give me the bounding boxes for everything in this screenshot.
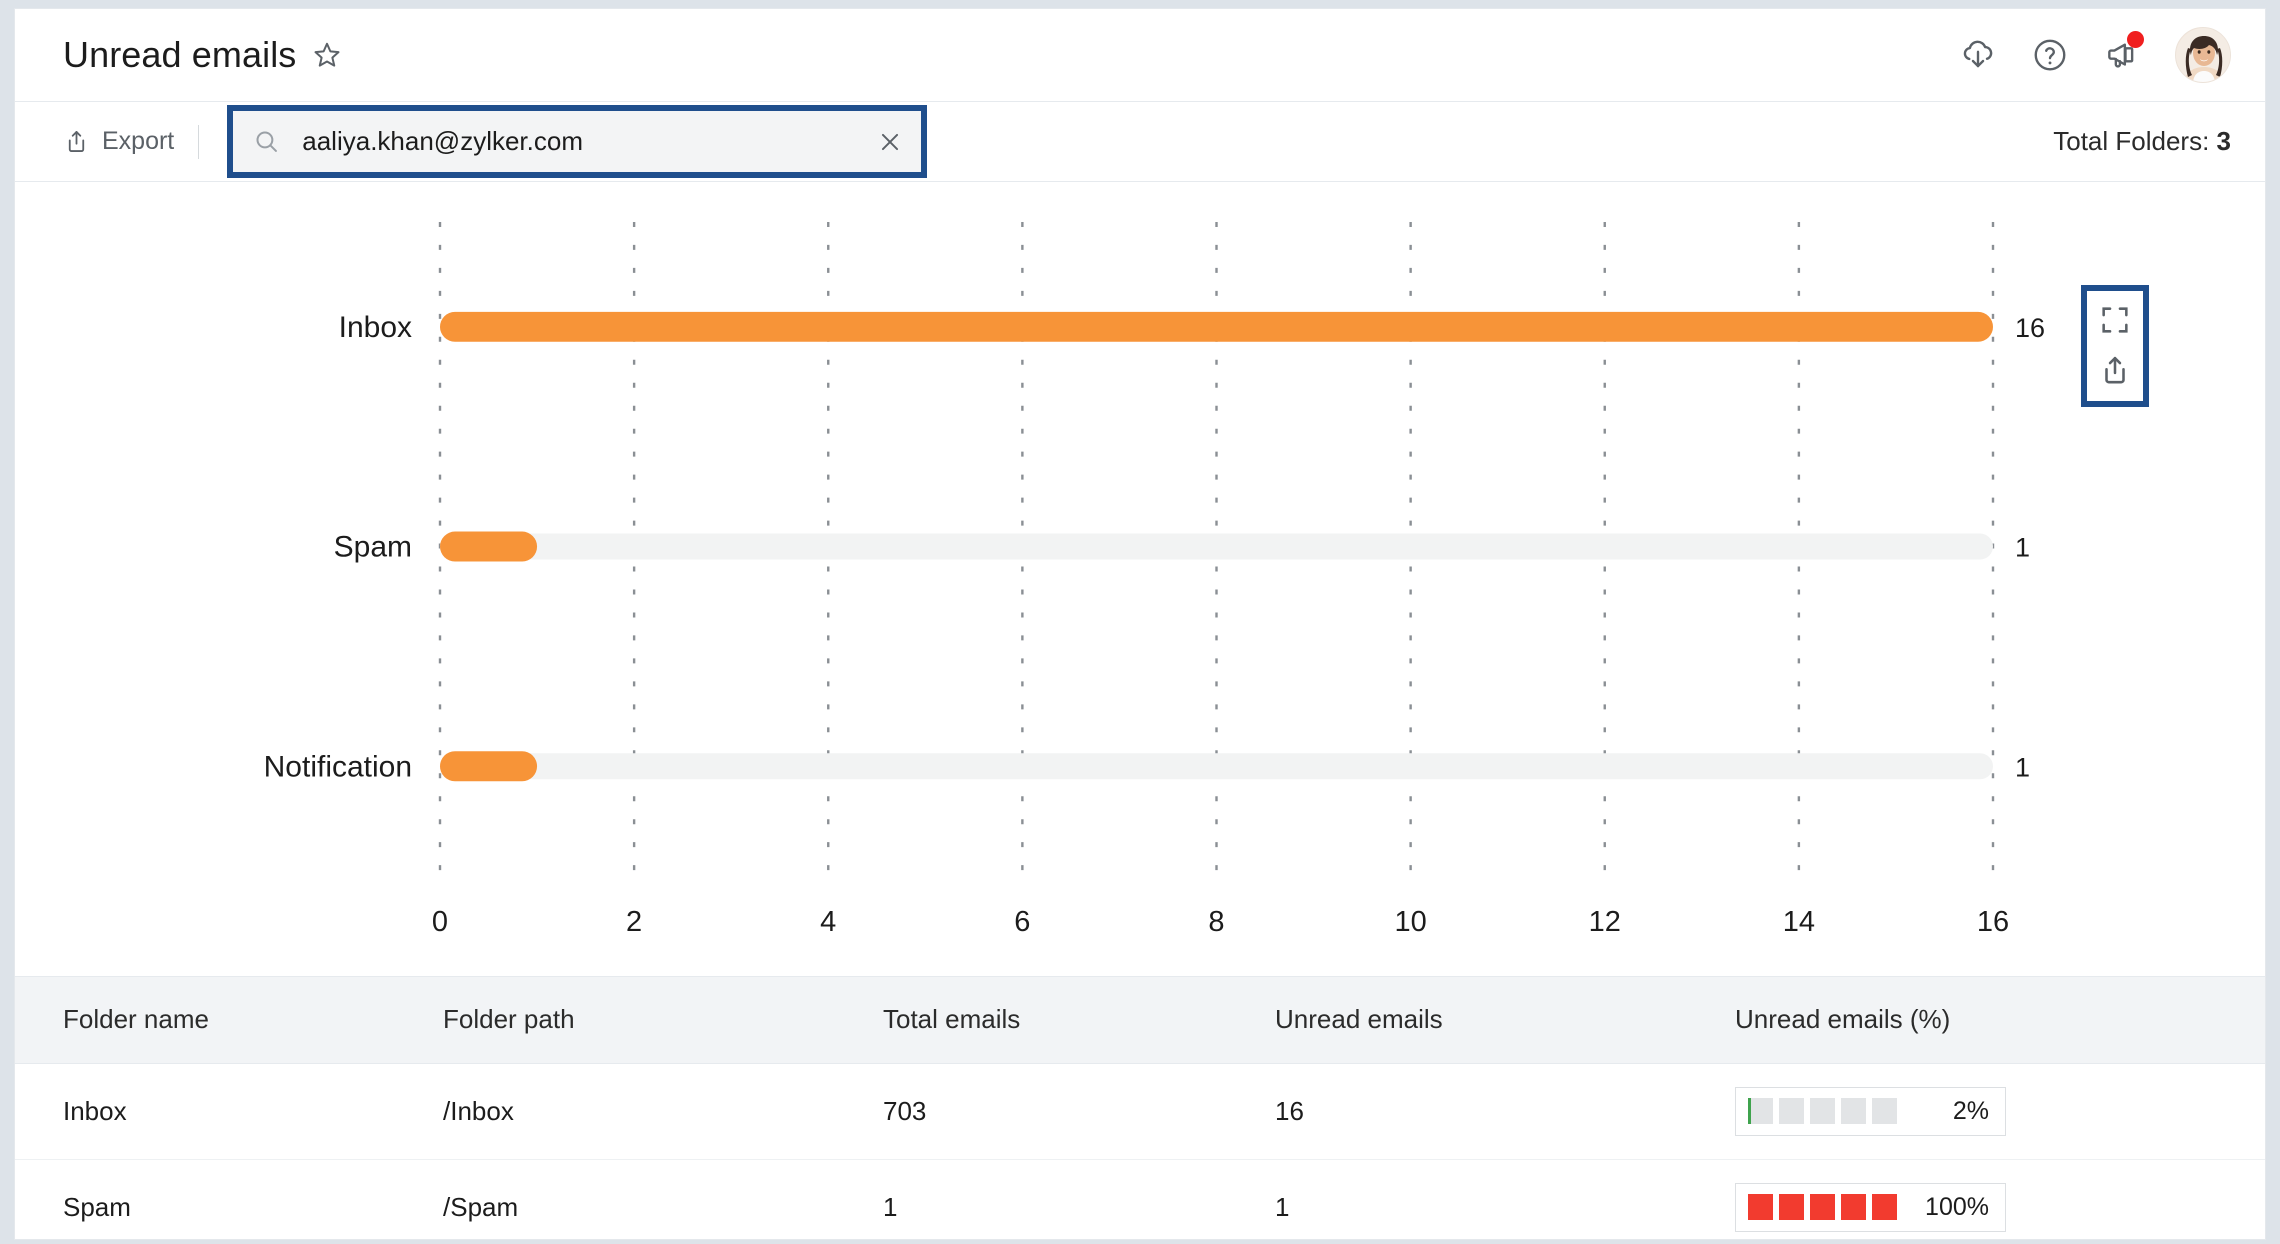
toolbar-divider [198, 124, 200, 159]
percent-block-fill [1810, 1194, 1835, 1220]
percent-blocks [1748, 1098, 1897, 1124]
bar-notification [440, 751, 538, 782]
percent-block-fill [1748, 1098, 1751, 1124]
title-group: Unread emails [63, 34, 342, 76]
notification-badge [2127, 31, 2144, 48]
percent-block [1841, 1098, 1866, 1124]
cell-unread-percent: 2% [1715, 1063, 2265, 1160]
percent-blocks [1748, 1194, 1897, 1220]
percent-gauge: 2% [1735, 1086, 2006, 1136]
table-body: Inbox/Inbox 703 16 2% Spam/Spam 1 1 100% [15, 1063, 2265, 1239]
col-total-emails[interactable]: Total emails [865, 977, 1255, 1064]
percent-block [1748, 1098, 1773, 1124]
percent-block [1779, 1098, 1804, 1124]
percent-label: 2% [1952, 1096, 1989, 1125]
table-header-row: Folder name Folder path Total emails Unr… [15, 977, 2265, 1064]
search-input[interactable] [280, 126, 878, 157]
total-folders-value: 3 [2216, 126, 2231, 156]
value-label: 16 [2015, 313, 2045, 343]
col-unread-emails[interactable]: Unread emails [1255, 977, 1715, 1064]
chart-bars [440, 311, 1993, 782]
percent-block [1748, 1194, 1773, 1220]
percent-gauge: 100% [1735, 1182, 2006, 1232]
x-tick-label: 8 [1208, 906, 1224, 938]
x-tick-label: 6 [1014, 906, 1030, 938]
toolbar: Export Total Folders: 3 [15, 102, 2265, 182]
export-label: Export [102, 127, 175, 155]
page-title: Unread emails [63, 34, 297, 75]
folders-table: Folder name Folder path Total emails Unr… [15, 977, 2265, 1239]
col-folder-name[interactable]: Folder name [15, 977, 425, 1064]
header-actions [1959, 27, 2231, 83]
export-button[interactable]: Export [63, 127, 174, 156]
cell-total-emails: 1 [865, 1159, 1255, 1239]
bar-inbox [440, 311, 1993, 342]
x-tick-label: 2 [626, 906, 642, 938]
cell-unread-percent: 100% [1715, 1159, 2265, 1239]
cell-folder-name: Spam [15, 1159, 425, 1239]
x-tick-label: 4 [820, 906, 836, 938]
announcement-megaphone-icon[interactable] [2103, 31, 2144, 74]
clear-icon[interactable] [877, 129, 903, 155]
x-tick-label: 12 [1589, 906, 1621, 938]
total-folders: Total Folders: 3 [2053, 126, 2231, 157]
star-icon[interactable] [312, 40, 342, 70]
page-header: Unread emails [15, 9, 2265, 102]
bar-track [440, 753, 1993, 780]
cell-folder-name: Inbox [15, 1063, 425, 1160]
percent-block-fill [1748, 1194, 1773, 1220]
x-tick-label: 14 [1783, 906, 1815, 938]
category-label: Spam [334, 531, 412, 564]
search-icon [253, 128, 280, 155]
cell-total-emails: 703 [865, 1063, 1255, 1160]
value-label: 1 [2015, 533, 2030, 563]
table-row[interactable]: Inbox/Inbox 703 16 2% [15, 1063, 2265, 1160]
export-icon [63, 128, 90, 155]
chart-controls [2081, 285, 2149, 407]
folders-table-wrap: Folder name Folder path Total emails Unr… [15, 977, 2265, 1239]
cell-folder-path: /Inbox [425, 1063, 865, 1160]
percent-block-fill [1872, 1194, 1897, 1220]
bar-track [440, 533, 1993, 560]
x-tick-label: 16 [1977, 906, 2009, 938]
unread-emails-bar-chart: InboxSpamNotification 1611 0 2 4 6 8 10 12 14 16 [264, 221, 2045, 938]
x-tick-label: 0 [432, 906, 448, 938]
cloud-download-icon[interactable] [1959, 36, 1997, 74]
x-tick-label: 10 [1394, 906, 1426, 938]
percent-block [1841, 1194, 1866, 1220]
percent-block [1810, 1194, 1835, 1220]
chart-category-labels: Inbox Spam Notification [264, 311, 412, 783]
total-folders-label: Total Folders: [2053, 126, 2217, 156]
table-row[interactable]: Spam/Spam 1 1 100% [15, 1159, 2265, 1239]
percent-block-fill [1841, 1194, 1866, 1220]
fullscreen-icon[interactable] [2098, 303, 2132, 337]
col-folder-path[interactable]: Folder path [425, 977, 865, 1064]
chart-value-labels: 1611 [2015, 313, 2045, 782]
category-label: Inbox [339, 311, 412, 344]
col-unread-percent[interactable]: Unread emails (%) [1715, 977, 2265, 1064]
report-window: Unread emails Export aaliya.khan@zylker.… [14, 8, 2266, 1240]
table-head: Folder name Folder path Total emails Unr… [15, 977, 2265, 1064]
user-avatar[interactable] [2175, 27, 2231, 83]
percent-block-fill [1779, 1194, 1804, 1220]
cell-folder-path: /Spam [425, 1159, 865, 1239]
percent-block [1872, 1098, 1897, 1124]
category-label: Notification [264, 750, 412, 783]
chart-x-axis-labels: 0 2 4 6 8 10 12 14 16 [432, 906, 2009, 938]
help-circle-icon[interactable] [2031, 36, 2069, 74]
value-label: 1 [2015, 752, 2030, 782]
percent-block [1872, 1194, 1897, 1220]
cell-unread-emails: 16 [1255, 1063, 1715, 1160]
percent-label: 100% [1925, 1192, 1989, 1221]
search-box[interactable] [227, 105, 928, 178]
cell-unread-emails: 1 [1255, 1159, 1715, 1239]
bar-spam [440, 531, 538, 562]
chart-panel: Inbox Spam Notification 16 1 1 0 2 4 6 8 10 12 14 16 [15, 182, 2265, 977]
chart-export-icon[interactable] [2098, 353, 2132, 387]
percent-block [1810, 1098, 1835, 1124]
percent-block [1779, 1194, 1804, 1220]
